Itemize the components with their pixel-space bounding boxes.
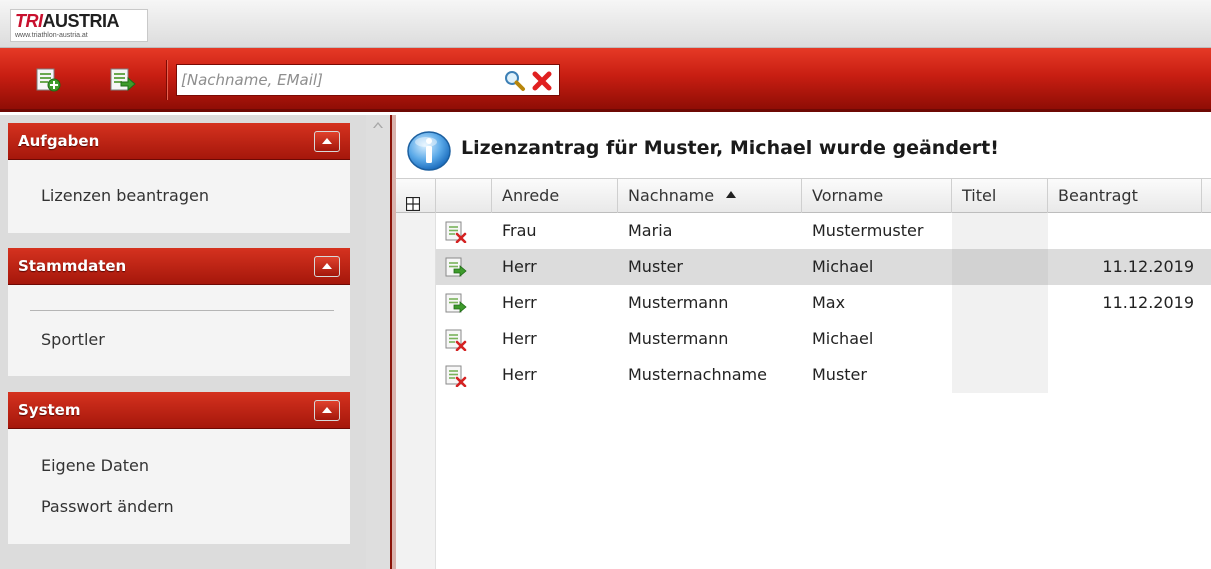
cell-vorname: Mustermuster	[812, 221, 924, 240]
sidebar-item-eigene-daten[interactable]: Eigene Daten	[41, 456, 149, 475]
table-row[interactable]: Herr Musternachname Muster	[436, 357, 1211, 393]
collapse-button[interactable]	[314, 256, 340, 277]
submitted-icon	[444, 257, 468, 283]
status-column-header	[436, 179, 492, 213]
cell-vorname: Michael	[812, 257, 874, 276]
export-document-button[interactable]	[108, 67, 136, 93]
column-header-beantragt[interactable]: Beantragt	[1048, 179, 1202, 213]
table-header: Anrede Nachname Vorname Titel Beantragt	[396, 178, 1211, 213]
cell-anrede: Herr	[502, 329, 537, 348]
cell-anrede: Frau	[502, 221, 537, 240]
collapse-button[interactable]	[314, 131, 340, 152]
logo-austria-text: AUSTRIA	[42, 11, 120, 31]
cell-beantragt	[1048, 321, 1202, 357]
add-document-icon	[36, 68, 61, 92]
cell-vorname: Muster	[812, 365, 867, 384]
cell-nachname: Muster	[628, 257, 683, 276]
main-content: Lizenzantrag für Muster, Michael wurde g…	[396, 115, 1211, 569]
sort-ascending-icon	[726, 191, 737, 198]
cell-titel	[952, 249, 1048, 285]
sportler-table: Anrede Nachname Vorname Titel Beantragt	[396, 178, 1211, 569]
collapse-button[interactable]	[314, 400, 340, 421]
cell-titel	[952, 285, 1048, 321]
column-header-vorname[interactable]: Vorname	[802, 179, 952, 213]
column-header-label: Nachname	[628, 186, 715, 205]
cell-titel	[952, 357, 1048, 393]
cell-vorname: Max	[812, 293, 846, 312]
logo-tri-text: TRI	[15, 11, 43, 31]
cell-anrede: Herr	[502, 293, 537, 312]
not-submitted-icon	[444, 221, 468, 247]
column-header-anrede[interactable]: Anrede	[492, 179, 618, 213]
table-row[interactable]: Frau Maria Mustermuster	[436, 213, 1211, 249]
table-row[interactable]: Herr Muster Michael 11.12.2019	[436, 249, 1211, 285]
panel-header-aufgaben[interactable]: Aufgaben	[8, 123, 350, 160]
cell-vorname: Michael	[812, 329, 874, 348]
logo-url-text: www.triathlon-austria.at	[15, 32, 88, 39]
cell-beantragt: 11.12.2019	[1102, 257, 1194, 276]
info-icon	[406, 131, 452, 175]
sidebar: Aufgaben Lizenzen beantragen Stammdaten …	[0, 115, 366, 569]
submitted-icon	[444, 293, 468, 319]
cell-nachname: Maria	[628, 221, 673, 240]
sidebar-item-passwort-aendern[interactable]: Passwort ändern	[41, 497, 174, 516]
sidebar-item-sportler[interactable]: Sportler	[41, 330, 105, 349]
cell-titel	[952, 321, 1048, 357]
search-icon[interactable]	[503, 69, 527, 97]
logo-wordmark: TRIAUSTRIA	[15, 11, 119, 31]
cell-nachname: Mustermann	[628, 329, 729, 348]
table-row[interactable]: Herr Mustermann Michael	[436, 321, 1211, 357]
table-row[interactable]: Herr Mustermann Max 11.12.2019	[436, 285, 1211, 321]
panel-title: Aufgaben	[18, 132, 100, 150]
panel-stammdaten: Stammdaten Sportler	[8, 248, 350, 376]
panel-divider	[30, 310, 334, 311]
column-header-nachname[interactable]: Nachname	[618, 179, 802, 213]
sidebar-splitter[interactable]	[366, 115, 390, 569]
panel-title: Stammdaten	[18, 257, 127, 275]
cell-nachname: Mustermann	[628, 293, 729, 312]
main-toolbar	[0, 48, 1211, 112]
search-input[interactable]	[181, 67, 501, 93]
add-document-button[interactable]	[34, 67, 62, 93]
panel-system: System Eigene Daten Passwort ändern	[8, 392, 350, 544]
panel-header-stammdaten[interactable]: Stammdaten	[8, 248, 350, 285]
collapse-arrow-icon[interactable]	[373, 122, 383, 129]
sidebar-item-lizenzen-beantragen[interactable]: Lizenzen beantragen	[41, 186, 209, 205]
column-header-label: Anrede	[502, 186, 560, 205]
cell-nachname: Musternachname	[628, 365, 767, 384]
cell-titel	[952, 213, 1048, 249]
column-header-label: Vorname	[812, 186, 884, 205]
cell-beantragt	[1048, 357, 1202, 393]
status-message: Lizenzantrag für Muster, Michael wurde g…	[461, 137, 999, 159]
triathlon-austria-logo[interactable]: TRIAUSTRIA www.triathlon-austria.at	[10, 9, 148, 42]
toolbar-separator	[166, 60, 168, 100]
expand-column-header	[396, 179, 436, 213]
row-gutter	[396, 213, 436, 569]
not-submitted-icon	[444, 365, 468, 391]
panel-aufgaben: Aufgaben Lizenzen beantragen	[8, 123, 350, 233]
cell-beantragt: 11.12.2019	[1102, 293, 1194, 312]
column-header-titel[interactable]: Titel	[952, 179, 1048, 213]
panel-title: System	[18, 401, 81, 419]
panel-header-system[interactable]: System	[8, 392, 350, 429]
export-document-icon	[110, 68, 136, 92]
cell-beantragt	[1048, 213, 1202, 249]
clear-icon[interactable]	[531, 70, 553, 96]
column-header-label: Titel	[962, 186, 997, 205]
cell-anrede: Herr	[502, 257, 537, 276]
not-submitted-icon	[444, 329, 468, 355]
cell-anrede: Herr	[502, 365, 537, 384]
column-header-label: Beantragt	[1058, 186, 1138, 205]
search-box	[176, 64, 560, 96]
top-header: TRIAUSTRIA www.triathlon-austria.at	[0, 0, 1211, 48]
